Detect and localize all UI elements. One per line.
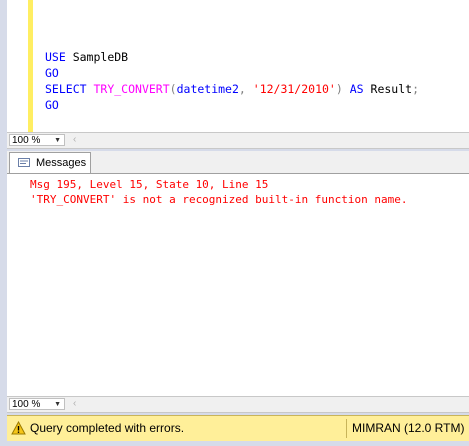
code-token: SELECT — [45, 82, 87, 96]
results-zoom-dropdown[interactable]: 100 % ▼ — [9, 398, 65, 410]
code-token: ( — [169, 82, 177, 96]
scroll-left-icon[interactable]: ‹ — [73, 397, 76, 411]
code-token: AS — [349, 82, 364, 96]
code-token: ) — [335, 82, 343, 96]
warning-icon — [11, 421, 26, 435]
change-tracking-bar — [28, 0, 33, 132]
code-token: ; — [412, 82, 419, 96]
chevron-down-icon[interactable]: ▼ — [54, 135, 61, 146]
scroll-left-icon[interactable]: ‹ — [73, 133, 76, 147]
code-token: datetime2 — [176, 82, 239, 96]
editor-margin — [7, 0, 28, 132]
code-token: TRY_CONVERT — [93, 82, 170, 96]
query-editor[interactable]: USE SampleDB GO SELECT TRY_CONVERT(datetim… — [7, 0, 469, 132]
code-token: '12/31/2010' — [252, 82, 336, 96]
code-token: GO — [45, 98, 59, 112]
error-messages: Msg 195, Level 15, State 10, Line 15 'TR… — [30, 177, 408, 207]
tab-messages[interactable]: Messages — [9, 152, 91, 173]
code-token: GO — [45, 66, 59, 80]
code-line[interactable]: GO — [45, 65, 419, 81]
results-zoom-value: 100 % — [12, 399, 41, 410]
code-line[interactable]: GO — [45, 97, 419, 113]
results-zoom-bar: 100 % ▼ ‹ — [7, 396, 469, 413]
status-divider — [346, 419, 347, 438]
error-line: 'TRY_CONVERT' is not a recognized built-… — [30, 193, 408, 206]
editor-zoom-value: 100 % — [12, 135, 41, 146]
messages-icon — [18, 158, 30, 167]
chevron-down-icon[interactable]: ▼ — [54, 399, 61, 410]
status-bar: Query completed with errors. MIMRAN (12.… — [7, 415, 469, 441]
server-info: MIMRAN (12.0 RTM) — [352, 421, 465, 435]
code-line[interactable]: SELECT TRY_CONVERT(datetime2, '12/31/201… — [45, 81, 419, 97]
code-line[interactable]: USE SampleDB — [45, 49, 419, 65]
editor-zoom-bar: 100 % ▼ ‹ — [7, 132, 469, 149]
code-token: SampleDB — [65, 50, 129, 64]
tab-messages-label: Messages — [36, 157, 87, 169]
error-line: Msg 195, Level 15, State 10, Line 15 — [30, 178, 269, 191]
sql-code[interactable]: USE SampleDB GO SELECT TRY_CONVERT(datetim… — [45, 49, 419, 113]
code-token: Result — [363, 82, 413, 96]
code-token: USE — [45, 50, 66, 64]
status-message: Query completed with errors. — [30, 421, 185, 435]
code-token: , — [238, 82, 253, 96]
editor-zoom-dropdown[interactable]: 100 % ▼ — [9, 134, 65, 146]
